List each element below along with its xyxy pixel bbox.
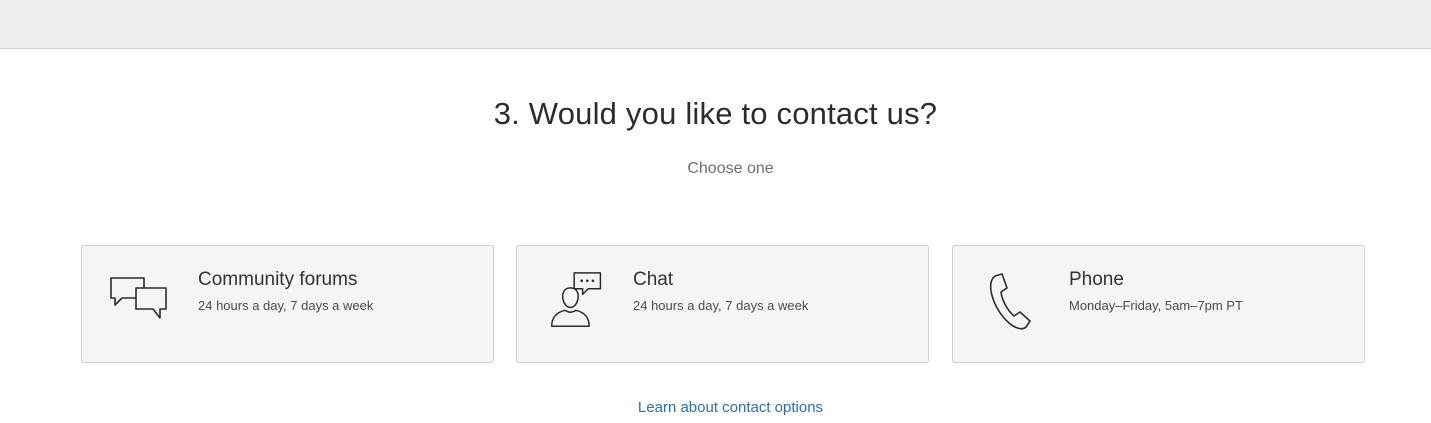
option-hours: 24 hours a day, 7 days a week — [633, 298, 809, 313]
community-forums-icon — [108, 272, 168, 332]
option-title: Chat — [633, 269, 674, 290]
section-heading: 3. Would you like to contact us? — [493, 96, 938, 131]
section-subheading: Choose one — [687, 160, 774, 177]
option-card-phone[interactable]: Phone Monday–Friday, 5am–7pm PT — [952, 245, 1365, 363]
option-title: Phone — [1069, 269, 1124, 290]
chat-icon — [547, 270, 607, 330]
learn-contact-options-link[interactable]: Learn about contact options — [638, 399, 823, 416]
option-card-chat[interactable]: Chat 24 hours a day, 7 days a week — [516, 245, 929, 363]
option-hours: Monday–Friday, 5am–7pm PT — [1069, 298, 1243, 313]
option-card-community-forums[interactable]: Community forums 24 hours a day, 7 days … — [81, 245, 494, 363]
top-banner-area — [0, 0, 1431, 49]
option-hours: 24 hours a day, 7 days a week — [198, 298, 374, 313]
learn-contact-options: Learn about contact options — [0, 397, 1431, 419]
option-title: Community forums — [198, 269, 358, 290]
phone-icon — [985, 272, 1045, 332]
